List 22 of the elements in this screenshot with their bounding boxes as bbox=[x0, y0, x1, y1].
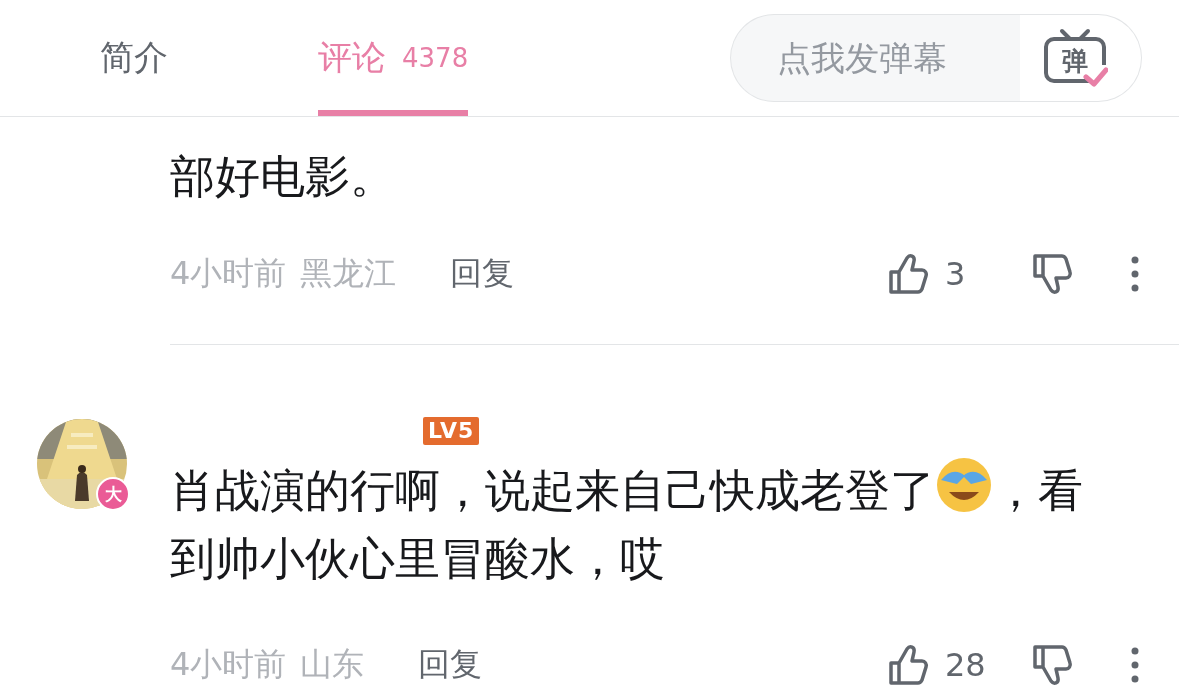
level-badge: LV5 bbox=[423, 417, 480, 445]
comment-text: ，看 bbox=[993, 463, 1083, 519]
tab[interactable]: 简介 bbox=[100, 0, 168, 116]
comment-time: 4小时前 bbox=[170, 253, 287, 294]
like-icon[interactable] bbox=[887, 252, 931, 296]
comment-text: 肖战演的行啊，说起来自己快成老登了 bbox=[170, 463, 935, 519]
reply-button[interactable]: 回复 bbox=[418, 643, 483, 687]
comment-location: 黑龙江 bbox=[300, 253, 397, 294]
dislike-icon[interactable] bbox=[1031, 252, 1075, 296]
comment-text: 到帅小伙心里冒酸水，哎 bbox=[170, 531, 665, 587]
comment-text: 部好电影。 bbox=[170, 149, 395, 205]
like-count: 28 bbox=[945, 646, 987, 684]
comment-time: 4小时前 bbox=[170, 644, 287, 685]
like-icon[interactable] bbox=[887, 643, 931, 687]
laughing-emoji-icon bbox=[935, 456, 993, 514]
comment-location: 山东 bbox=[300, 644, 365, 685]
avatar-badge: 大 bbox=[96, 477, 130, 511]
like-count: 3 bbox=[945, 255, 967, 293]
reply-button[interactable]: 回复 bbox=[450, 252, 515, 296]
more-icon[interactable] bbox=[1131, 256, 1139, 292]
more-icon[interactable] bbox=[1131, 647, 1139, 683]
dislike-icon[interactable] bbox=[1031, 643, 1075, 687]
